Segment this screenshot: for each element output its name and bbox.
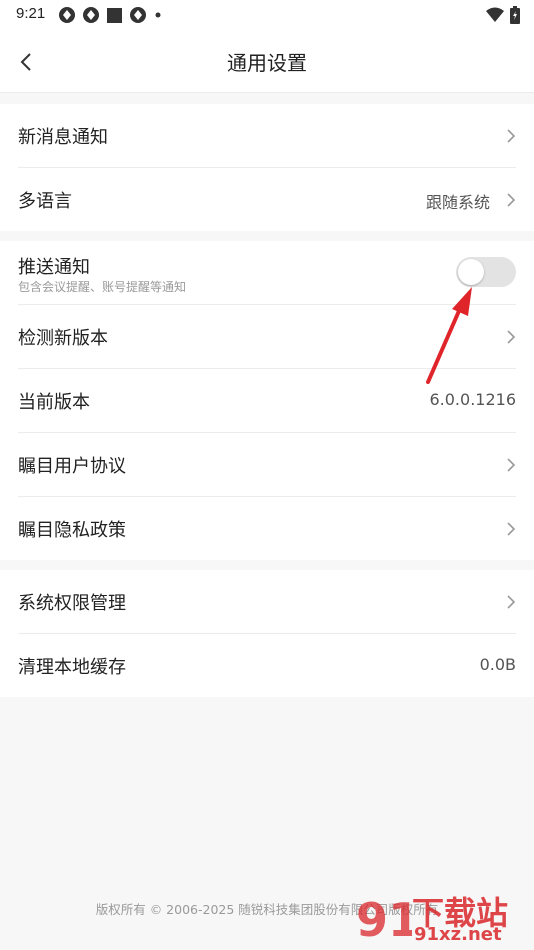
settings-group-2: 推送通知 包含会议提醒、账号提醒等通知 检测新版本 当前版本 6.0.0.121… [0,241,534,560]
row-push-notification: 推送通知 包含会议提醒、账号提醒等通知 [18,241,516,305]
row-current-version: 当前版本 6.0.0.1216 [18,369,516,433]
row-label: 瞩目隐私政策 [18,520,126,541]
chevron-right-icon [507,129,516,143]
row-system-permissions[interactable]: 系统权限管理 [18,570,516,634]
watermark-logo: 91 下载站 91xz.net [354,890,530,946]
chevron-right-icon [507,522,516,536]
app-notification-icon [59,7,75,23]
row-clear-cache[interactable]: 清理本地缓存 0.0B [18,634,516,697]
battery-icon [510,6,520,24]
row-value: 0.0B [479,655,516,674]
app-notification-icon [130,7,146,23]
nav-divider [0,92,534,93]
status-notification-icons [58,6,163,24]
page-title: 通用设置 [227,51,307,75]
row-label: 清理本地缓存 [18,657,126,678]
row-label: 系统权限管理 [18,593,126,614]
row-label: 多语言 [18,191,72,212]
row-label: 新消息通知 [18,127,108,148]
chevron-right-icon [507,330,516,344]
settings-group-1: 新消息通知 多语言 跟随系统 [0,104,534,231]
watermark-sub: 91xz.net [414,924,502,945]
status-bar: 9:21 [0,0,534,30]
push-notification-toggle[interactable] [456,257,516,287]
row-value: 跟随系统 [425,193,490,212]
row-subtitle: 包含会议提醒、账号提醒等通知 [18,280,187,294]
dot-icon [155,12,161,18]
nav-bar: 通用设置 [0,30,534,93]
toggle-knob [458,259,484,285]
row-language[interactable]: 多语言 跟随系统 [18,168,516,231]
row-user-agreement[interactable]: 瞩目用户协议 [18,433,516,497]
watermark-91-icon: 91 [356,893,412,946]
status-system-icons [486,6,520,24]
svg-text:91: 91 [356,893,412,946]
wifi-icon [486,7,504,22]
row-label: 推送通知 [18,257,90,278]
status-time: 9:21 [16,5,46,22]
chevron-right-icon [507,458,516,472]
row-privacy-policy[interactable]: 瞩目隐私政策 [18,497,516,560]
row-check-new-version[interactable]: 检测新版本 [18,305,516,369]
row-label: 瞩目用户协议 [18,456,126,477]
app-notification-icon [83,7,99,23]
row-new-message-notification[interactable]: 新消息通知 [18,104,516,168]
chevron-right-icon [507,595,516,609]
row-value: 6.0.0.1216 [429,390,516,409]
settings-group-3: 系统权限管理 清理本地缓存 0.0B [0,570,534,697]
square-icon [107,7,122,23]
row-label: 当前版本 [18,392,90,413]
chevron-right-icon [507,193,516,207]
row-label: 检测新版本 [18,328,108,349]
